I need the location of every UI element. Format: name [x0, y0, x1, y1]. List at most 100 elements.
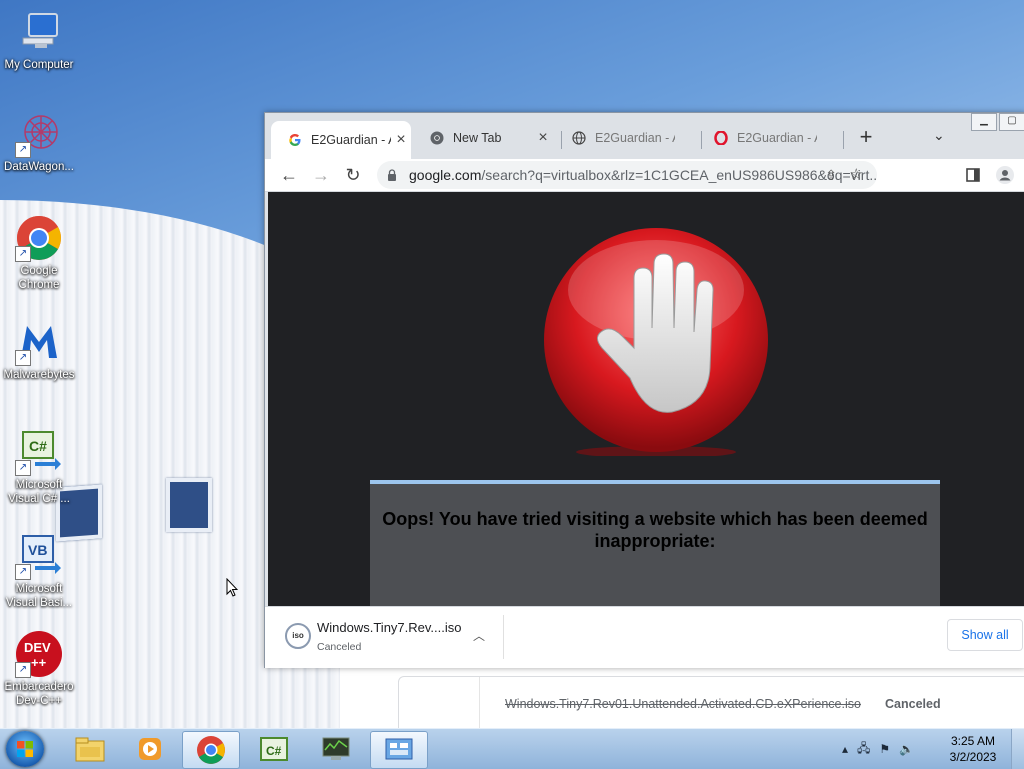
- mouse-cursor-icon: [226, 578, 238, 597]
- profile-avatar-icon[interactable]: [993, 163, 1017, 187]
- shortcut-arrow-icon: ↗: [15, 246, 31, 262]
- download-status: Canceled: [317, 641, 362, 653]
- start-button[interactable]: [6, 731, 44, 767]
- download-card-filename[interactable]: Windows.Tiny7.Rev01.Unattended.Activated…: [505, 697, 861, 711]
- chrome-icon: [429, 130, 445, 146]
- address-host: google.com: [409, 167, 482, 183]
- desktop-icon-dev-cpp[interactable]: DEV ++ ↗ Embarcadero Dev-C++: [0, 630, 78, 708]
- volume-icon[interactable]: 🔈: [899, 742, 914, 756]
- desktop-icon-label: DataWagon...: [4, 161, 74, 173]
- maximize-button[interactable]: ▢: [999, 113, 1024, 131]
- tab-e2guardian-1[interactable]: E2Guardian - A ×: [271, 121, 411, 159]
- desktop-icon-label: Malwarebytes: [3, 369, 75, 381]
- taskbar-chrome[interactable]: [182, 731, 240, 769]
- chrome-icon: [197, 736, 225, 764]
- shortcut-arrow-icon: ↗: [15, 460, 31, 476]
- network-icon[interactable]: 🖧: [857, 739, 870, 760]
- shortcut-arrow-icon: ↗: [15, 662, 31, 678]
- close-icon[interactable]: ×: [391, 131, 411, 149]
- show-all-button[interactable]: Show all: [947, 619, 1023, 651]
- download-filename[interactable]: Windows.Tiny7.Rev....iso: [317, 620, 462, 635]
- tab-search-chevron-icon[interactable]: ⌄: [933, 127, 945, 144]
- address-path: /search?q=virtualbox&rlz=1C1GCEA_enUS986…: [481, 167, 877, 183]
- dev-cpp-icon: DEV ++ ↗: [15, 630, 63, 678]
- taskbar-control-panel[interactable]: [370, 731, 428, 769]
- lock-icon: [387, 161, 397, 189]
- desktop-icon-label: Microsoft Visual C# ...: [8, 479, 70, 505]
- computer-icon: [15, 8, 63, 56]
- desktop-icon-visual-csharp[interactable]: C# ↗ Microsoft Visual C# ...: [0, 428, 78, 506]
- iso-file-icon: iso: [285, 623, 311, 649]
- clock-time: 3:25 AM: [950, 734, 996, 748]
- block-message-box: Oops! You have tried visiting a website …: [370, 480, 940, 606]
- shortcut-arrow-icon: ↗: [15, 142, 31, 158]
- desktop-icon-visual-basic[interactable]: VB ↗ Microsoft Visual Basi...: [0, 532, 78, 610]
- wallpaper-window: [166, 478, 212, 532]
- tab-title: E2Guardian - A: [595, 131, 675, 145]
- visual-csharp-icon: C# ↗: [15, 428, 63, 476]
- shortcut-arrow-icon: ↗: [15, 564, 31, 580]
- download-card-status: Canceled: [885, 697, 941, 711]
- browser-toolbar: ← → ↻ google.com/search?q=virtualbox&rlz…: [265, 159, 1024, 192]
- side-panel-icon[interactable]: [961, 163, 985, 187]
- chrome-icon: ↗: [15, 214, 63, 262]
- taskbar-monitor-app[interactable]: [308, 731, 364, 767]
- taskbar-media-player[interactable]: [122, 731, 178, 767]
- windows-logo-icon: [17, 741, 33, 757]
- desktop-icon-google-chrome[interactable]: ↗ Google Chrome: [0, 214, 78, 292]
- svg-text:DEV: DEV: [24, 640, 51, 655]
- tab-title: E2Guardian - A: [737, 131, 817, 145]
- svg-text:++: ++: [31, 655, 47, 670]
- new-tab-button[interactable]: +: [855, 126, 877, 149]
- chevron-up-icon[interactable]: ︿: [473, 627, 485, 644]
- divider: [503, 615, 504, 659]
- desktop-icon-label: My Computer: [4, 59, 74, 71]
- back-arrow-icon[interactable]: ←: [277, 163, 301, 187]
- downloads-page: Windows.Tiny7.Rev01.Unattended.Activated…: [340, 666, 1024, 738]
- datawagon-icon: ↗: [15, 110, 63, 158]
- taskbar-visual-csharp[interactable]: C#: [246, 731, 302, 767]
- tab-separator: [843, 131, 844, 149]
- resource-monitor-icon: [322, 737, 350, 760]
- visual-csharp-icon: C#: [260, 737, 288, 761]
- close-icon[interactable]: ×: [533, 129, 553, 147]
- tab-e2guardian-2[interactable]: E2Guardian - A: [555, 123, 695, 153]
- svg-text:C#: C#: [29, 438, 47, 454]
- malwarebytes-icon: ↗: [15, 318, 63, 366]
- tab-new-tab[interactable]: New Tab ×: [413, 123, 553, 153]
- bookmark-star-icon[interactable]: ☆: [850, 161, 863, 189]
- tab-e2guardian-3[interactable]: E2Guardian - A: [697, 123, 837, 153]
- chrome-window: E2Guardian - A × New Tab × E2Guardian - …: [264, 112, 1024, 668]
- system-clock[interactable]: 3:25 AM 3/2/2023: [938, 733, 1008, 765]
- clock-date: 3/2/2023: [949, 750, 997, 764]
- desktop-icon-label: Google Chrome: [18, 265, 60, 291]
- page-content: Oops! You have tried visiting a website …: [268, 192, 1024, 606]
- desktop-icon-label: Microsoft Visual Basi...: [5, 583, 73, 609]
- tab-strip: E2Guardian - A × New Tab × E2Guardian - …: [265, 113, 1024, 159]
- show-hidden-icons-icon[interactable]: ▴: [842, 742, 848, 756]
- minimize-button[interactable]: ▁: [971, 113, 997, 131]
- svg-text:VB: VB: [28, 542, 47, 558]
- taskbar-explorer[interactable]: [62, 731, 118, 767]
- action-center-flag-icon[interactable]: ⚑: [879, 742, 890, 756]
- tab-title: New Tab: [453, 131, 502, 145]
- stop-hand-icon: [544, 228, 768, 456]
- system-tray: ▴ 🖧 ⚑ 🔈: [842, 729, 923, 769]
- address-bar[interactable]: google.com/search?q=virtualbox&rlz=1C1GC…: [377, 161, 877, 189]
- reload-icon[interactable]: ↻: [341, 163, 365, 187]
- window-controls: ▁ ▢: [969, 113, 1024, 131]
- shortcut-arrow-icon: ↗: [15, 350, 31, 366]
- forward-arrow-icon[interactable]: →: [309, 163, 333, 187]
- svg-text:C#: C#: [266, 744, 282, 758]
- show-desktop-button[interactable]: [1011, 729, 1024, 769]
- globe-icon: [571, 130, 587, 146]
- folder-icon: [75, 737, 105, 762]
- block-message: Oops! You have tried visiting a website …: [382, 509, 928, 551]
- desktop-icon-my-computer[interactable]: My Computer: [0, 8, 78, 72]
- google-g-icon: [287, 132, 303, 148]
- visual-basic-icon: VB ↗: [15, 532, 63, 580]
- opera-icon: [713, 130, 729, 146]
- share-icon[interactable]: ⇪: [825, 161, 837, 189]
- desktop-icon-datawagon[interactable]: ↗ DataWagon...: [0, 110, 78, 174]
- desktop-icon-malwarebytes[interactable]: ↗ Malwarebytes: [0, 318, 78, 382]
